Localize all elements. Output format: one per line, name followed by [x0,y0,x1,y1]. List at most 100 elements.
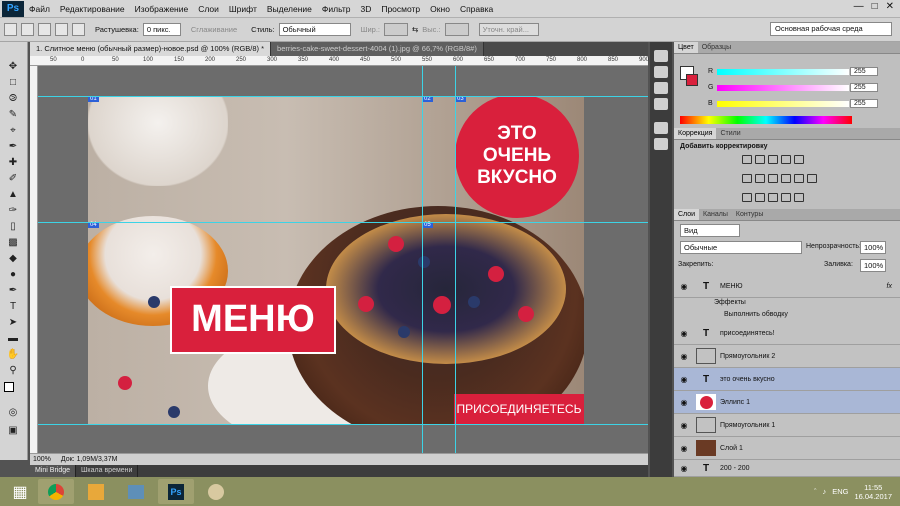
network-taskbar-button[interactable] [118,479,154,504]
photo-filter-icon[interactable] [781,174,791,183]
document-canvas[interactable]: ЭТО ОЧЕНЬ ВКУСНО МЕНЮ ПРИСОЕДИНЯЕТЕСЬ 01… [88,96,584,424]
height-input[interactable] [444,23,469,36]
style-select[interactable]: Обычный [278,23,351,36]
channel-mixer-icon[interactable] [794,174,804,183]
menu-banner[interactable]: МЕНЮ [170,286,336,354]
marquee-tool-preset-icon[interactable] [4,23,17,36]
eye-icon[interactable]: ◉ [674,375,694,384]
black-white-icon[interactable] [768,174,778,183]
posterize-icon[interactable] [755,193,765,202]
feather-input[interactable]: 0 пикс. [142,23,181,36]
menu-filter[interactable]: Фильтр [317,0,356,18]
eye-icon[interactable]: ◉ [674,444,694,453]
color-balance-icon[interactable] [755,174,765,183]
lasso-tool-icon[interactable]: ⧁ [4,92,22,106]
pen-tool-icon[interactable]: ✒ [4,284,22,298]
menu-3d[interactable]: 3D [355,0,376,18]
opacity-input[interactable]: 100% [860,241,886,254]
vibrance-icon[interactable] [794,155,804,164]
menu-view[interactable]: Просмотр [376,0,425,18]
green-value[interactable]: 255 [850,83,878,92]
threshold-icon[interactable] [768,193,778,202]
eyedropper-icon[interactable]: ✒ [4,140,22,154]
gradient-map-icon[interactable] [781,193,791,202]
paragraph-panel-icon[interactable] [654,138,668,150]
guide-vertical[interactable] [422,66,423,453]
close-icon[interactable]: ✕ [886,1,894,12]
subtract-selection-icon[interactable] [55,23,68,36]
tab-styles[interactable]: Стили [716,128,744,139]
start-button[interactable]: ▦ [6,479,34,504]
history-brush-icon[interactable]: ✑ [4,204,22,218]
blue-slider[interactable] [716,100,849,107]
menu-select[interactable]: Выделение [262,0,317,18]
layer-row[interactable]: ◉ T МЕНЮ fx [674,275,900,298]
menu-window[interactable]: Окно [425,0,455,18]
info-panel-icon[interactable] [654,82,668,94]
tab-adjustments[interactable]: Коррекция [674,128,717,139]
gradient-tool-icon[interactable]: ▩ [4,236,22,250]
eye-icon[interactable]: ◉ [674,329,694,338]
tab-swatches[interactable]: Образцы [698,42,735,53]
menu-file[interactable]: Файл [24,0,55,18]
circle-badge[interactable]: ЭТО ОЧЕНЬ ВКУСНО [455,96,579,218]
tab-timeline[interactable]: Шкала времени [76,465,139,477]
quick-mask-icon[interactable]: ◎ [4,406,22,420]
layer-row[interactable]: ◉ Tприсоединятесь! [674,322,900,345]
zoom-level[interactable]: 100% [33,454,51,465]
curves-icon[interactable] [768,155,778,164]
app-taskbar-button[interactable] [78,479,114,504]
minimize-icon[interactable]: — [854,1,864,12]
hand-tool-icon[interactable]: ✋ [4,348,22,362]
refine-edge-button[interactable]: Уточн. край... [478,23,539,36]
tab-channels[interactable]: Каналы [699,209,732,220]
color-background-swatch[interactable] [686,74,698,86]
dodge-tool-icon[interactable]: ● [4,268,22,282]
layer-filter-select[interactable]: Вид [680,224,740,237]
tab-berries-jpg[interactable]: berries-cake-sweet-dessert-4004 (1).jpg … [271,42,484,56]
tab-color[interactable]: Цвет [674,42,698,53]
fill-input[interactable]: 100% [860,259,886,272]
language-indicator[interactable]: ENG [832,487,848,496]
menu-help[interactable]: Справка [455,0,498,18]
smooth-checkbox-label[interactable]: Сглаживание [191,25,237,34]
brightness-icon[interactable] [742,155,752,164]
layer-row[interactable]: ◉ Tэто очень вкусно [674,368,900,391]
rectangle-tool-icon[interactable]: ▬ [4,332,22,346]
crop-tool-icon[interactable]: ⌖ [4,124,22,138]
add-selection-icon[interactable] [38,23,51,36]
tab-paths[interactable]: Контуры [732,209,767,220]
menu-layers[interactable]: Слои [193,0,224,18]
stamp-tool-icon[interactable]: ▲ [4,188,22,202]
fx-icon[interactable]: fx [887,283,892,290]
layer-effects[interactable]: Эффекты [714,299,746,306]
move-tool-icon[interactable]: ✥ [4,60,22,74]
intersect-selection-icon[interactable] [72,23,85,36]
red-slider[interactable] [717,68,850,75]
menu-edit[interactable]: Редактирование [55,0,130,18]
layer-row[interactable]: ◉ Слой 1 [674,437,900,460]
guide-horizontal[interactable] [38,96,648,97]
chrome-taskbar-button[interactable] [38,479,74,504]
eye-icon[interactable]: ◉ [674,398,694,407]
maximize-icon[interactable]: □ [872,1,878,12]
eye-icon[interactable]: ◉ [674,421,694,430]
width-input[interactable] [383,23,408,36]
eraser-tool-icon[interactable]: ▯ [4,220,22,234]
menu-type[interactable]: Шрифт [224,0,262,18]
photoshop-taskbar-button[interactable]: Ps [158,479,194,504]
volume-icon[interactable]: ♪ [822,487,826,496]
layer-row[interactable]: ◉ Прямоугольник 2 [674,345,900,368]
color-spectrum[interactable] [680,116,852,124]
paint-taskbar-button[interactable] [198,479,234,504]
properties-panel-icon[interactable] [654,98,668,110]
eye-icon[interactable]: ◉ [674,352,694,361]
canvas-area[interactable]: ЭТО ОЧЕНЬ ВКУСНО МЕНЮ ПРИСОЕДИНЯЕТЕСЬ 01… [38,66,648,453]
blur-tool-icon[interactable]: ◆ [4,252,22,266]
layer-row[interactable]: ◉ T 200 - 200 [674,460,900,477]
swap-icon[interactable]: ⇆ [412,25,418,34]
invert-icon[interactable] [742,193,752,202]
join-banner[interactable]: ПРИСОЕДИНЯЕТЕСЬ [454,394,584,424]
blue-value[interactable]: 255 [850,99,878,108]
quick-select-icon[interactable]: ✎ [4,108,22,122]
